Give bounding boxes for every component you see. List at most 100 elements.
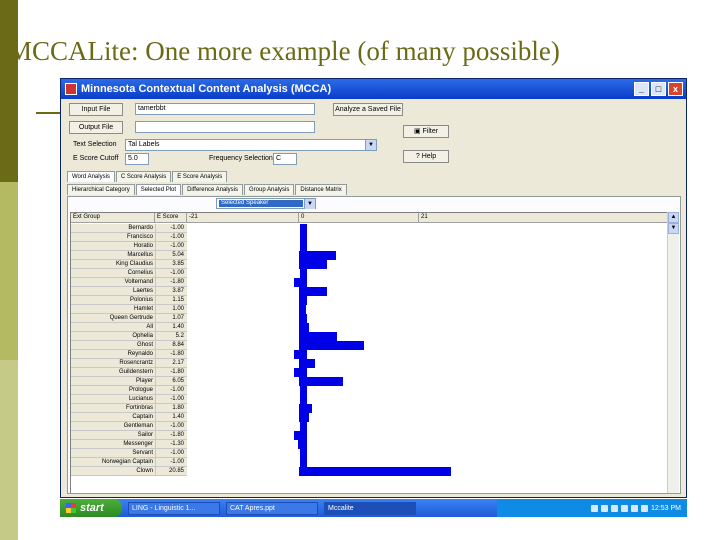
row-group-name[interactable]: Ghost	[71, 341, 155, 350]
input-file-field[interactable]: tamerbbt	[135, 103, 315, 115]
row-group-name[interactable]: Fortinbras	[71, 404, 155, 413]
row-group-name[interactable]: Guildenstern	[71, 368, 155, 377]
row-escore[interactable]: 1.40	[155, 413, 187, 422]
taskbar-item-mccalite[interactable]: Mccalite	[324, 501, 416, 515]
row-escore[interactable]: -1.00	[155, 422, 187, 431]
row-escore[interactable]: -1.00	[155, 233, 187, 242]
row-group-name[interactable]: All	[71, 323, 155, 332]
frequency-selection-field[interactable]: C	[273, 153, 297, 165]
window-titlebar[interactable]: Minnesota Contextual Content Analysis (M…	[61, 79, 686, 99]
tray-icon[interactable]	[601, 504, 609, 512]
tab-difference-analysis[interactable]: Difference Analysis	[182, 184, 243, 195]
plot-selection-combo[interactable]: Selected Speaker ▼	[216, 198, 316, 209]
escore-cutoff-field[interactable]: 5.0	[125, 153, 149, 165]
taskbar-item-ling[interactable]: LING - Linguistic 1...	[128, 501, 220, 515]
row-escore[interactable]: -1.80	[155, 431, 187, 440]
text-selection-combo[interactable]: Tal Labels ▼	[125, 139, 377, 151]
row-group-name[interactable]: Clown	[71, 467, 155, 476]
filter-button[interactable]: ▣ Filter	[403, 125, 449, 138]
row-escore[interactable]: -1.00	[155, 242, 187, 251]
row-group-name[interactable]: Laertes	[71, 287, 155, 296]
row-group-name[interactable]: Messenger	[71, 440, 155, 449]
tab-group-analysis[interactable]: Group Analysis	[243, 184, 295, 195]
app-icon	[65, 83, 77, 95]
row-group-name[interactable]: Norwegian Captain	[71, 458, 155, 467]
tray-icon[interactable]	[631, 504, 639, 512]
tray-icon[interactable]	[641, 504, 649, 512]
analyze-saved-file-button[interactable]: Analyze a Saved File	[333, 103, 403, 116]
row-group-name[interactable]: Gentleman	[71, 422, 155, 431]
tab-selected-plot[interactable]: Selected Plot	[135, 184, 182, 195]
input-file-button[interactable]: Input File	[69, 103, 123, 116]
row-group-name[interactable]: Servant	[71, 449, 155, 458]
row-group-name[interactable]: Cornelius	[71, 269, 155, 278]
row-escore[interactable]: 5.2	[155, 332, 187, 341]
row-group-name[interactable]: Sailor	[71, 431, 155, 440]
row-group-name[interactable]: Captain	[71, 413, 155, 422]
chevron-down-icon[interactable]: ▼	[365, 140, 376, 150]
row-escore[interactable]: -1.00	[155, 395, 187, 404]
row-escore[interactable]: 5.04	[155, 251, 187, 260]
row-group-name[interactable]: Lucianus	[71, 395, 155, 404]
row-escore[interactable]: 3.87	[155, 287, 187, 296]
row-escore[interactable]: 1.07	[155, 314, 187, 323]
tray-icon[interactable]	[591, 504, 599, 512]
row-escore[interactable]: -1.00	[155, 449, 187, 458]
scroll-down-icon[interactable]: ▼	[668, 223, 679, 234]
row-escore[interactable]: -1.00	[155, 224, 187, 233]
column-header-escore[interactable]: E Score	[155, 213, 187, 223]
row-group-name[interactable]: Voltemand	[71, 278, 155, 287]
escore-grid[interactable]: Ext Group E Score -21 0 21 Bernardo -1.00…	[70, 212, 668, 493]
row-escore[interactable]: -1.00	[155, 386, 187, 395]
row-escore[interactable]: 1.80	[155, 404, 187, 413]
row-group-name[interactable]: Polonius	[71, 296, 155, 305]
tab-c-score-analysis[interactable]: C Score Analysis	[115, 171, 172, 182]
row-escore[interactable]: 6.05	[155, 377, 187, 386]
row-group-name[interactable]: Ophelia	[71, 332, 155, 341]
row-group-name[interactable]: Rosencrantz	[71, 359, 155, 368]
scroll-up-icon[interactable]: ▲	[668, 212, 679, 223]
tray-icon[interactable]	[611, 504, 619, 512]
row-group-name[interactable]: Player	[71, 377, 155, 386]
column-header-group[interactable]: Ext Group	[71, 213, 155, 223]
taskbar-item-cat-apres[interactable]: CAT Apres.ppt	[226, 501, 318, 515]
maximize-button[interactable]: □	[651, 82, 666, 96]
row-escore[interactable]: -1.80	[155, 278, 187, 287]
row-escore[interactable]: 3.85	[155, 260, 187, 269]
row-escore[interactable]: -1.80	[155, 350, 187, 359]
row-escore[interactable]: -1.80	[155, 368, 187, 377]
row-group-name[interactable]: Queen Gertrude	[71, 314, 155, 323]
row-group-name[interactable]: Reynaldo	[71, 350, 155, 359]
row-escore[interactable]: -1.00	[155, 269, 187, 278]
row-escore[interactable]: 1.00	[155, 305, 187, 314]
start-button[interactable]: start	[60, 499, 122, 517]
row-escore[interactable]: 20.85	[155, 467, 187, 476]
column-header-zero: 0	[299, 213, 419, 223]
tab-distance-matrix[interactable]: Distance Matrix	[295, 184, 347, 195]
close-button[interactable]: x	[668, 82, 683, 96]
row-group-name[interactable]: Bernardo	[71, 224, 155, 233]
row-escore[interactable]: -1.30	[155, 440, 187, 449]
text-selection-value: Tal Labels	[128, 141, 160, 148]
row-group-name[interactable]: Hamlet	[71, 305, 155, 314]
chevron-down-icon[interactable]: ▼	[304, 199, 315, 209]
output-file-button[interactable]: Output File	[69, 121, 123, 134]
row-group-name[interactable]: King Claudius	[71, 260, 155, 269]
output-file-field[interactable]	[135, 121, 315, 133]
row-escore[interactable]: 2.17	[155, 359, 187, 368]
row-escore[interactable]: 8.84	[155, 341, 187, 350]
tab-e-score-analysis[interactable]: E Score Analysis	[172, 171, 228, 182]
row-group-name[interactable]: Horatio	[71, 242, 155, 251]
tray-icon[interactable]	[621, 504, 629, 512]
row-escore[interactable]: 1.40	[155, 323, 187, 332]
vertical-scrollbar[interactable]: ▲ ▼	[667, 212, 679, 493]
help-button[interactable]: ? Help	[403, 150, 449, 163]
row-group-name[interactable]: Francisco	[71, 233, 155, 242]
row-group-name[interactable]: Marcellus	[71, 251, 155, 260]
minimize-button[interactable]: _	[634, 82, 649, 96]
tab-hierarchical-category[interactable]: Hierarchical Category	[67, 184, 135, 195]
row-escore[interactable]: -1.00	[155, 458, 187, 467]
tab-word-analysis[interactable]: Word Analysis	[67, 171, 115, 182]
row-escore[interactable]: 1.15	[155, 296, 187, 305]
row-group-name[interactable]: Prologue	[71, 386, 155, 395]
